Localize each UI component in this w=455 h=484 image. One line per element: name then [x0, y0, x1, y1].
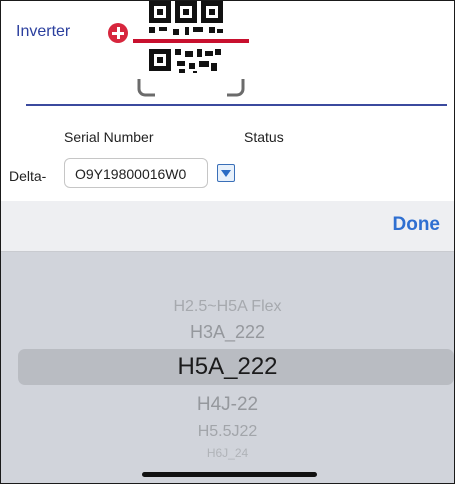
picker-option-selected[interactable]: H5A_222 — [1, 353, 454, 381]
home-indicator[interactable] — [142, 472, 317, 477]
status-header: Status — [244, 129, 284, 145]
model-picker-wheel[interactable]: H2.5~H5A Flex H3A_222 H5A_222 H4J-22 H5.… — [1, 252, 454, 483]
picker-option[interactable]: H6J_24 — [1, 446, 454, 460]
serial-number-field[interactable]: O9Y19800016W0 — [64, 158, 208, 188]
picker-toolbar: Done — [1, 201, 454, 252]
picker-option[interactable]: H3A_222 — [1, 322, 454, 343]
inverter-label: Inverter — [16, 23, 71, 40]
model-dropdown-button[interactable] — [217, 164, 235, 182]
qr-scanner-icon[interactable] — [131, 1, 251, 101]
model-picker-sheet: Done H2.5~H5A Flex H3A_222 H5A_222 H4J-2… — [1, 201, 454, 483]
screen: Inverter Serial Number Status Delta- O9Y… — [0, 0, 455, 484]
picker-option[interactable]: H2.5~H5A Flex — [1, 298, 454, 316]
serial-prefix: Delta- — [9, 168, 47, 184]
picker-option[interactable]: H4J-22 — [1, 394, 454, 416]
picker-option[interactable]: H5.5J22 — [1, 423, 454, 441]
chevron-down-icon — [221, 170, 231, 177]
done-button[interactable]: Done — [393, 214, 441, 236]
add-icon[interactable] — [108, 23, 128, 43]
serial-number-header: Serial Number — [64, 129, 154, 145]
form-divider — [26, 104, 447, 106]
